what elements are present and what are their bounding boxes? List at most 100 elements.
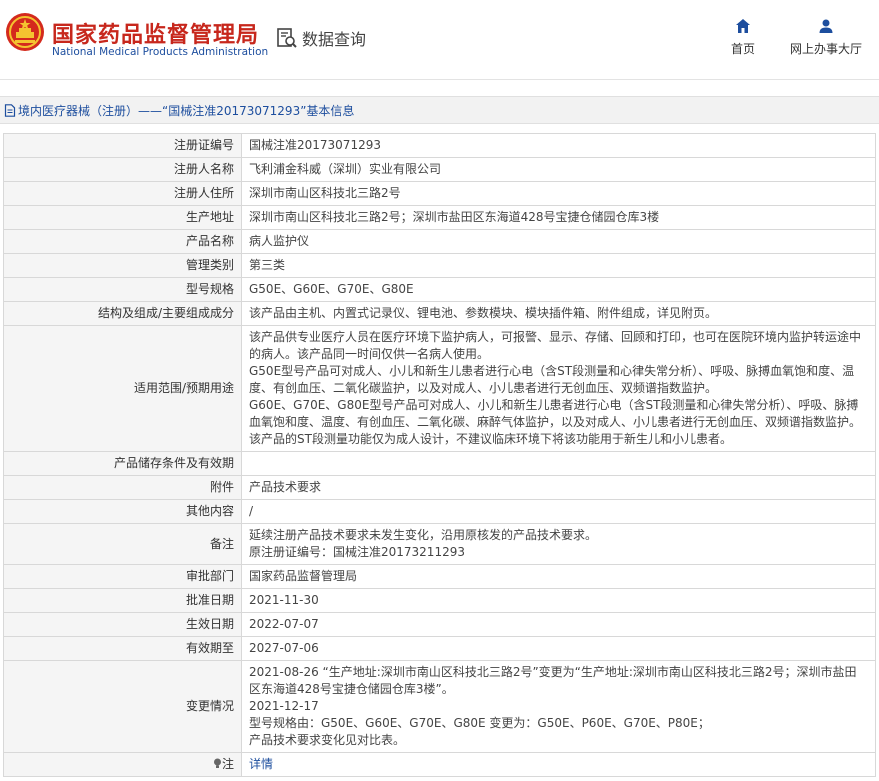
document-search-icon: [277, 28, 297, 48]
field-value-line: 国械注准20173071293: [249, 138, 381, 152]
field-row-management-class: 管理类别 第三类: [3, 253, 876, 278]
field-row-storage: 产品储存条件及有效期: [3, 451, 876, 476]
field-label: 生效日期: [3, 612, 242, 637]
details-link[interactable]: 详情: [249, 757, 273, 771]
field-value-line: G50E型号产品可对成人、小儿和新生儿患者进行心电（含ST段测量和心律失常分析）…: [249, 364, 855, 395]
field-label: 型号规格: [3, 277, 242, 302]
brand-subtitle: National Medical Products Administration: [52, 46, 269, 58]
field-value: /: [241, 499, 876, 524]
field-value-line: /: [249, 504, 254, 518]
data-query-title: 数据查询: [276, 26, 366, 50]
breadcrumb-text: 境内医疗器械（注册）——“国械注准20173071293”基本信息: [18, 103, 355, 118]
field-value-line: G50E、G60E、G70E、G80E: [249, 282, 414, 296]
document-icon: [4, 103, 16, 117]
field-value-line: 第三类: [249, 258, 286, 272]
field-row-remarks: 备注 延续注册产品技术要求未发生变化，沿用原核发的产品技术要求。 原注册证编号：…: [3, 523, 876, 565]
field-value: 该产品由主机、内置式记录仪、锂电池、参数模块、模块插件箱、附件组成，详见附页。: [241, 301, 876, 326]
national-emblem-icon: [6, 13, 44, 51]
note-label: 注: [221, 757, 234, 771]
field-value-line: 该产品的ST段测量功能仅为成人设计，不建议临床环境下将该功能用于新生儿和小儿患者…: [249, 432, 732, 446]
field-label: 批准日期: [3, 588, 242, 613]
field-row-product-name: 产品名称 病人监护仪: [3, 229, 876, 254]
field-row-registrant-name: 注册人名称 飞利浦金科威（深圳）实业有限公司: [3, 157, 876, 182]
brand-title: 国家药品监督管理局: [52, 23, 260, 48]
field-row-expiry-date: 有效期至 2027-07-06: [3, 636, 876, 661]
field-value: 延续注册产品技术要求未发生变化，沿用原核发的产品技术要求。 原注册证编号：国械注…: [241, 523, 876, 565]
breadcrumb: 境内医疗器械（注册）——“国械注准20173071293”基本信息: [0, 96, 879, 124]
field-value: 2022-07-07: [241, 612, 876, 637]
field-value: 产品技术要求: [241, 475, 876, 500]
field-label: 变更情况: [3, 660, 242, 753]
field-value-line: 型号规格由：G50E、G60E、G70E、G80E 变更为：G50E、P60E、…: [249, 716, 710, 730]
field-label: 附件: [3, 475, 242, 500]
nav-service-hall[interactable]: 网上办事大厅: [790, 18, 862, 57]
field-label: 注册人住所: [3, 181, 242, 206]
field-value: 深圳市南山区科技北三路2号: [241, 181, 876, 206]
field-value-line: 病人监护仪: [249, 234, 310, 248]
note-label-cell: 注: [3, 752, 242, 777]
field-label: 管理类别: [3, 253, 242, 278]
field-label: 其他内容: [3, 499, 242, 524]
field-row-production-address: 生产地址 深圳市南山区科技北三路2号；深圳市盐田区东海道428号宝捷仓储园仓库3楼: [3, 205, 876, 230]
nav-home-label: 首页: [731, 42, 756, 56]
nav-service-hall-label: 网上办事大厅: [790, 42, 863, 56]
field-row-other: 其他内容 /: [3, 499, 876, 524]
field-label: 审批部门: [3, 564, 242, 589]
field-value-line: 国家药品监督管理局: [249, 569, 358, 583]
field-value-line: 飞利浦金科威（深圳）实业有限公司: [249, 162, 442, 176]
field-row-model-spec: 型号规格 G50E、G60E、G70E、G80E: [3, 277, 876, 302]
field-label: 产品储存条件及有效期: [3, 451, 242, 476]
registration-info-table: 注册证编号 国械注准20173071293 注册人名称 飞利浦金科威（深圳）实业有限…: [3, 133, 876, 777]
field-row-approval-date: 批准日期 2021-11-30: [3, 588, 876, 613]
field-value-line: 产品技术要求变化见对比表。: [249, 733, 406, 747]
field-value-line: 2021-12-17: [249, 699, 319, 713]
field-value: G50E、G60E、G70E、G80E: [241, 277, 876, 302]
field-row-effective-date: 生效日期 2022-07-07: [3, 612, 876, 637]
field-label: 备注: [3, 523, 242, 565]
field-label: 注册人名称: [3, 157, 242, 182]
field-label: 注册证编号: [3, 133, 242, 158]
note-value-cell: 详情: [241, 752, 876, 777]
field-value-line: 该产品由主机、内置式记录仪、锂电池、参数模块、模块插件箱、附件组成，详见附页。: [249, 306, 718, 320]
field-row-cert-no: 注册证编号 国械注准20173071293: [3, 133, 876, 158]
field-value-line: G60E、G70E、G80E型号产品可对成人、小儿和新生儿患者进行心电（含ST段…: [249, 398, 862, 429]
field-label: 产品名称: [3, 229, 242, 254]
field-value: 2021-08-26 “生产地址:深圳市南山区科技北三路2号”变更为“生产地址:…: [241, 660, 876, 753]
lightbulb-icon: [213, 758, 221, 768]
field-row-structure: 结构及组成/主要组成成分 该产品由主机、内置式记录仪、锂电池、参数模块、模块插件箱…: [3, 301, 876, 326]
field-label: 有效期至: [3, 636, 242, 661]
field-value: 2021-11-30: [241, 588, 876, 613]
site-header: 国家药品监督管理局 National Medical Products Admi…: [0, 0, 879, 80]
field-value-line: 2022-07-07: [249, 617, 319, 631]
field-row-approval-dept: 审批部门 国家药品监督管理局: [3, 564, 876, 589]
field-value: 飞利浦金科威（深圳）实业有限公司: [241, 157, 876, 182]
field-value-line: 深圳市南山区科技北三路2号；深圳市盐田区东海道428号宝捷仓储园仓库3楼: [249, 210, 660, 224]
field-value: 该产品供专业医疗人员在医疗环境下监护病人，可报警、显示、存储、回顾和打印，也可在…: [241, 325, 876, 452]
info-table-body: 注册证编号 国械注准20173071293 注册人名称 飞利浦金科威（深圳）实业有限…: [3, 133, 876, 777]
data-query-label: 数据查询: [302, 30, 367, 49]
field-label: 适用范围/预期用途: [3, 325, 242, 452]
field-value: 2027-07-06: [241, 636, 876, 661]
field-value: 国械注准20173071293: [241, 133, 876, 158]
field-value-line: 深圳市南山区科技北三路2号: [249, 186, 401, 200]
home-icon: [736, 19, 750, 33]
field-value-line: 该产品供专业医疗人员在医疗环境下监护病人，可报警、显示、存储、回顾和打印，也可在…: [249, 330, 862, 361]
field-label: 结构及组成/主要组成成分: [3, 301, 242, 326]
field-value-line: 产品技术要求: [249, 480, 322, 494]
field-value-line: 2027-07-06: [249, 641, 319, 655]
field-value-line: 2021-11-30: [249, 593, 319, 607]
user-icon: [819, 19, 833, 33]
field-value-line: 2021-08-26 “生产地址:深圳市南山区科技北三路2号”变更为“生产地址:…: [249, 665, 857, 696]
field-row-registrant-address: 注册人住所 深圳市南山区科技北三路2号: [3, 181, 876, 206]
field-row-intended-use: 适用范围/预期用途 该产品供专业医疗人员在医疗环境下监护病人，可报警、显示、存储…: [3, 325, 876, 452]
field-value: 深圳市南山区科技北三路2号；深圳市盐田区东海道428号宝捷仓储园仓库3楼: [241, 205, 876, 230]
field-label: 生产地址: [3, 205, 242, 230]
field-value: 第三类: [241, 253, 876, 278]
field-value: [241, 451, 876, 476]
field-value: 国家药品监督管理局: [241, 564, 876, 589]
field-row-attachment: 附件 产品技术要求: [3, 475, 876, 500]
field-row-changes: 变更情况 2021-08-26 “生产地址:深圳市南山区科技北三路2号”变更为“…: [3, 660, 876, 753]
field-value: 病人监护仪: [241, 229, 876, 254]
field-value-line: 延续注册产品技术要求未发生变化，沿用原核发的产品技术要求。: [249, 528, 598, 542]
nav-home[interactable]: 首页: [731, 18, 755, 57]
